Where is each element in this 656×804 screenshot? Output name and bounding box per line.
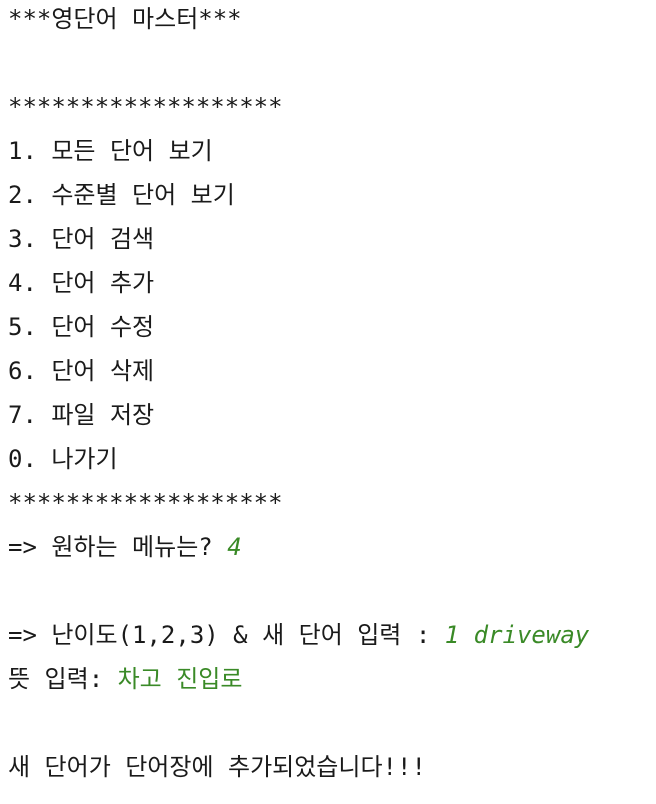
menu-item-add: 4. 단어 추가 xyxy=(8,269,155,297)
separator-top: ******************* xyxy=(8,93,283,121)
level-prompt-line: => 난이도(1,2,3) & 새 단어 입력 : 1 driveway xyxy=(8,620,589,650)
menu-prompt: => 원하는 메뉴는? xyxy=(8,533,228,561)
menu-item-view-by-level: 2. 수준별 단어 보기 xyxy=(8,181,235,209)
meaning-prompt: 뜻 입력: xyxy=(8,665,118,693)
menu-item-view-all: 1. 모든 단어 보기 xyxy=(8,137,213,165)
console-output: ***영단어 마스터*** ******************* 1. 모든 … xyxy=(0,0,656,804)
program-title: ***영단어 마스터*** xyxy=(8,5,242,33)
level-word-prompt: => 난이도(1,2,3) & 새 단어 입력 : xyxy=(8,621,445,649)
menu-choice-input: 4 xyxy=(227,533,242,561)
menu-item-save-file: 7. 파일 저장 xyxy=(8,401,155,429)
menu-prompt-line: => 원하는 메뉴는? 4 xyxy=(8,532,242,562)
menu-item-exit: 0. 나가기 xyxy=(8,445,118,473)
level-word-input: 1 driveway xyxy=(444,621,590,649)
result-message: 새 단어가 단어장에 추가되었습니다!!! xyxy=(8,753,426,781)
separator-bottom: ******************* xyxy=(8,489,283,517)
menu-item-edit: 5. 단어 수정 xyxy=(8,313,155,341)
menu-item-delete: 6. 단어 삭제 xyxy=(8,357,155,385)
menu-item-search: 3. 단어 검색 xyxy=(8,225,155,253)
meaning-input: 차고 진입로 xyxy=(117,665,243,693)
meaning-prompt-line: 뜻 입력: 차고 진입로 xyxy=(8,664,242,694)
